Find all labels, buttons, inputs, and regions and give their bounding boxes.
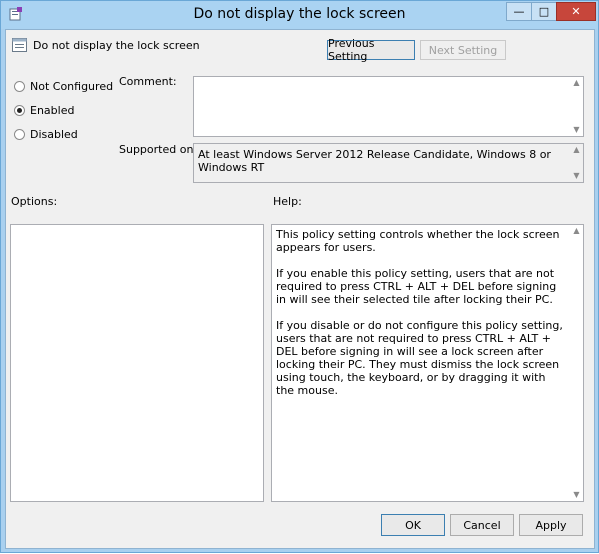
radio-enabled[interactable]: Enabled	[14, 104, 74, 117]
scroll-up-icon[interactable]: ▲	[573, 144, 579, 156]
radio-label: Not Configured	[30, 80, 114, 93]
help-paragraph: If you disable or do not configure this …	[276, 319, 563, 397]
radio-circle[interactable]	[14, 81, 25, 92]
previous-setting-button[interactable]: Previous Setting	[327, 37, 415, 63]
radio-label: Enabled	[30, 104, 75, 117]
close-icon: ✕	[571, 5, 581, 18]
next-setting-button[interactable]: Next Setting	[420, 40, 506, 60]
apply-button[interactable]: Apply	[519, 514, 583, 536]
help-paragraph: This policy setting controls whether the…	[276, 228, 560, 254]
radio-circle[interactable]	[14, 105, 25, 116]
options-panel	[10, 224, 264, 502]
help-scrollbar[interactable]: ▲ ▼	[570, 225, 583, 501]
cancel-button[interactable]: Cancel	[450, 514, 514, 536]
scroll-down-icon[interactable]: ▼	[573, 124, 579, 136]
policy-name: Do not display the lock screen	[33, 39, 200, 52]
radio-label: Disabled	[30, 128, 78, 141]
scroll-down-icon[interactable]: ▼	[573, 489, 579, 501]
radio-disabled[interactable]: Disabled	[14, 128, 78, 141]
scroll-up-icon[interactable]: ▲	[573, 77, 579, 89]
supported-on-value: At least Windows Server 2012 Release Can…	[198, 148, 551, 174]
minimize-icon: —	[513, 5, 525, 18]
comment-field[interactable]: ▲ ▼	[193, 76, 584, 137]
title-bar[interactable]: Do not display the lock screen — □ ✕	[1, 1, 598, 29]
close-button[interactable]: ✕	[556, 2, 596, 21]
radio-circle[interactable]	[14, 129, 25, 140]
supported-on-label: Supported on:	[119, 143, 198, 156]
options-label: Options:	[11, 195, 58, 208]
help-text: This policy setting controls whether the…	[276, 228, 565, 410]
comment-scrollbar[interactable]: ▲ ▼	[570, 77, 583, 136]
scroll-down-icon[interactable]: ▼	[573, 170, 579, 182]
supported-on-field: At least Windows Server 2012 Release Can…	[193, 143, 584, 183]
help-paragraph: If you enable this policy setting, users…	[276, 267, 557, 306]
minimize-button[interactable]: —	[506, 2, 532, 21]
comment-label: Comment:	[119, 75, 177, 88]
maximize-button[interactable]: □	[531, 2, 557, 21]
help-panel: This policy setting controls whether the…	[271, 224, 584, 502]
scroll-up-icon[interactable]: ▲	[573, 225, 579, 237]
dialog-client: Do not display the lock screen Previous …	[5, 29, 595, 549]
help-label: Help:	[273, 195, 302, 208]
policy-setting-icon	[12, 38, 27, 52]
dialog-window: Do not display the lock screen — □ ✕ Do …	[0, 0, 599, 553]
ok-button[interactable]: OK	[381, 514, 445, 536]
maximize-icon: □	[538, 5, 550, 18]
supported-scrollbar[interactable]: ▲ ▼	[570, 144, 583, 182]
radio-not-configured[interactable]: Not Configured	[14, 80, 113, 93]
